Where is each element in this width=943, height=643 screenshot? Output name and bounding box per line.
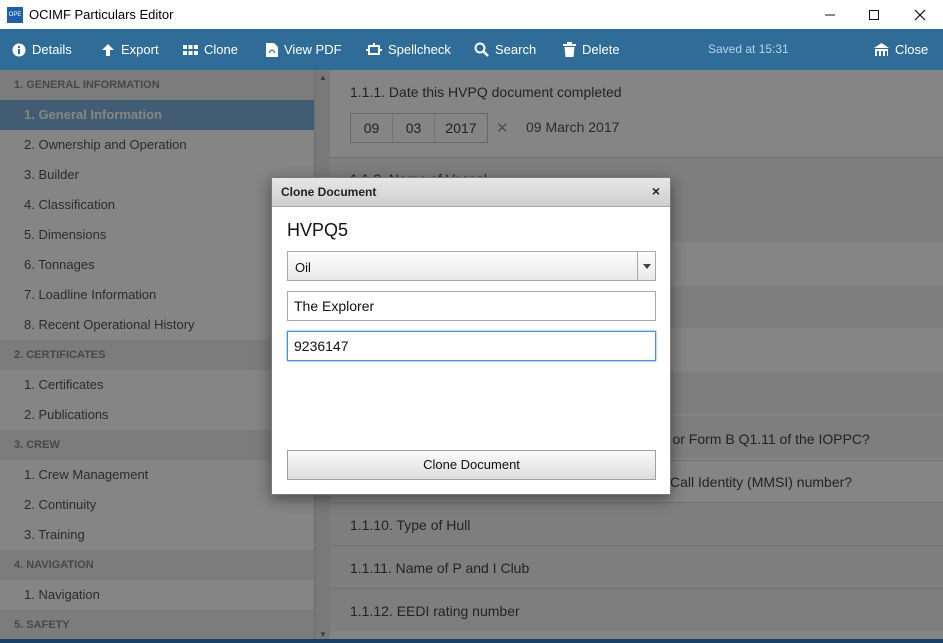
view-pdf-button[interactable]: View PDF (266, 29, 342, 70)
dropdown-arrow-icon[interactable] (637, 252, 655, 280)
document-name: HVPQ5 (287, 220, 349, 240)
window-close-button[interactable] (897, 0, 943, 29)
maximize-button[interactable] (851, 0, 897, 29)
spellcheck-label: Spellcheck (388, 42, 451, 57)
vessel-type-select[interactable]: Oil (287, 251, 656, 281)
dialog-close-icon[interactable]: × (652, 183, 660, 199)
view-pdf-label: View PDF (284, 42, 342, 57)
maximize-icon (869, 9, 879, 20)
spellcheck-button[interactable]: Spellcheck (366, 29, 451, 70)
export-button[interactable]: Export (101, 29, 159, 70)
search-button[interactable]: Search (474, 29, 536, 70)
grid-icon (183, 44, 198, 55)
delete-button[interactable]: Delete (563, 29, 620, 70)
vessel-name-input[interactable] (287, 291, 656, 321)
search-label: Search (495, 42, 537, 57)
clone-button[interactable]: Clone (183, 29, 238, 70)
close-label: Close (895, 42, 929, 57)
clone-document-dialog: Clone Document × HVPQ5 Oil Clone Documen… (271, 177, 671, 495)
saved-status: Saved at 15:31 (708, 42, 789, 56)
pdf-icon (266, 42, 278, 57)
close-icon (914, 9, 926, 20)
clone-label: Clone (204, 42, 238, 57)
close-document-button[interactable]: Close (874, 29, 928, 70)
window-title: OCIMF Particulars Editor (29, 7, 174, 22)
search-icon (474, 42, 489, 57)
main-toolbar: Details Export Clone View PDF Spellcheck… (0, 29, 943, 70)
export-label: Export (121, 42, 159, 57)
clone-document-button[interactable]: Clone Document (287, 450, 656, 480)
details-button[interactable]: Details (12, 29, 72, 70)
export-arrow-icon (102, 43, 114, 56)
delete-label: Delete (582, 42, 620, 57)
window-titlebar: OPE OCIMF Particulars Editor (0, 0, 943, 29)
spellcheck-icon (366, 42, 382, 55)
minimize-button[interactable] (807, 0, 853, 29)
app-logo-icon: OPE (7, 7, 23, 23)
info-icon (12, 43, 26, 56)
trash-icon (563, 42, 576, 57)
imo-number-input[interactable] (287, 331, 656, 361)
minimize-icon (825, 14, 835, 15)
details-label: Details (32, 42, 72, 57)
dialog-header: Clone Document × (272, 178, 670, 207)
bottom-strip (0, 639, 943, 643)
vessel-type-value: Oil (295, 260, 311, 275)
building-icon (874, 43, 889, 56)
dialog-title: Clone Document (281, 185, 377, 199)
